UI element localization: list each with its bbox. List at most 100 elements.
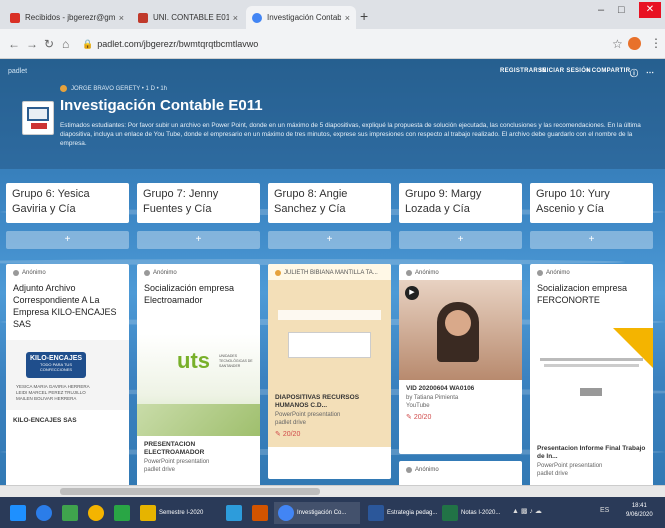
taskbar-app[interactable] [110,502,134,524]
forward-icon[interactable]: → [26,37,38,51]
board-icon [22,101,54,135]
taskbar-word[interactable]: Estrategia pedag... [364,502,437,524]
taskbar-app[interactable] [84,502,108,524]
comment-icon: ✎ [275,431,281,438]
post-author: Anónimo [546,270,570,276]
tab-title: Investigación Contable E011 [267,13,341,22]
post-title: Socializacion empresa FERCONORTE [537,283,628,305]
login-link[interactable]: INICIAR SESIÓN [540,68,591,74]
post-card[interactable]: Anónimo [399,461,522,485]
scrollbar-thumb[interactable] [60,488,320,495]
window-close-icon[interactable]: ✕ [639,2,661,18]
post-author: Anónimo [415,467,439,473]
post-meta: Anónimo [399,461,522,477]
address-bar[interactable]: 🔒 padlet.com/jbgerezr/bwmtqrqtbcmtlavwo [82,35,622,53]
board-icon-base [31,123,47,129]
column-header-grupo-10: Grupo 10: Yury Ascenio y Cía [530,183,653,223]
close-tab-icon[interactable]: × [345,13,350,23]
padlet-board: padlet REGISTRARSE INICIAR SESIÓN + COMP… [0,59,665,485]
column-header-grupo-6: Grupo 6: Yesica Gaviria y Cía [6,183,129,223]
taskbar-edge[interactable] [32,502,56,524]
attachment-preview[interactable]: KILO-ENCAJES TODO PARA TUS CONFECCIONES … [6,340,129,410]
play-icon[interactable]: ▶ [405,286,419,300]
browser-menu-icon[interactable]: ⋮ [650,36,662,50]
close-tab-icon[interactable]: × [119,13,124,23]
app-icon [88,505,104,521]
taskbar-app[interactable] [248,502,272,524]
attachment-type: PowerPoint presentation [275,412,341,418]
author-meta-text: JORGE BRAVO GERETY • 1 D • 1h [71,85,168,92]
taskbar-folder[interactable]: Semestre I-2020 [136,502,216,524]
help-icon[interactable]: ⓘ [630,68,638,79]
clock-date: 9/06/2020 [626,512,653,518]
share-button[interactable]: + COMPARTIR [586,68,630,74]
comment-count[interactable]: ✎ 20/20 [268,427,391,441]
add-post-button[interactable]: + [6,231,129,249]
taskbar-label: Investigación Co... [297,510,347,516]
attachment-info: DIAPOSITIVAS RECURSOS HUMANOS C.D... Pow… [268,390,391,447]
new-tab-button[interactable]: + [360,8,368,24]
language-indicator[interactable]: ES [600,507,609,514]
post-card[interactable]: Anónimo Adjunto Archivo Correspondiente … [6,264,129,485]
taskbar-clock[interactable]: 18:41 9/06/2020 [626,502,653,520]
comment-text: 20/20 [413,414,432,421]
column-header-grupo-8: Grupo 8: Angie Sanchez y Cía [268,183,391,223]
reload-icon[interactable]: ↻ [44,37,54,51]
attachment-preview[interactable]: uts UNIDADES TECNOLÓGICAS DE SANTANDER [137,334,260,436]
post-meta: Anónimo [137,264,260,280]
taskbar-store[interactable] [58,502,82,524]
padlet-icon [138,12,148,23]
word-icon [368,505,384,521]
add-post-button[interactable]: + [399,231,522,249]
tab-uni-contable[interactable]: UNI. CONTABLE E011 × [132,6,244,29]
attachment-title: PRESENTACION ELECTROAMADOR [144,441,205,456]
tab-title: Recibidos - jbgerezr@gmail.com [25,13,115,22]
post-title: Socialización empresa Electroamador [144,283,235,305]
column-header-grupo-9: Grupo 9: Margy Lozada y Cía [399,183,522,223]
home-icon[interactable]: ⌂ [62,37,69,51]
slide-graphic [137,404,260,436]
student-list: YESICA MARIA GAVIRIA HERRERA LEIDI MARCE… [16,384,90,402]
add-post-button[interactable]: + [530,231,653,249]
horizontal-scrollbar[interactable] [0,485,665,497]
more-icon[interactable]: ⋯ [646,68,654,77]
taskbar-label: Semestre I-2020 [159,510,204,516]
taskbar-app[interactable] [222,502,246,524]
author-avatar [60,85,67,92]
back-icon[interactable]: ← [8,37,20,51]
uts-logo: uts [177,348,210,373]
attachment-preview[interactable] [268,280,391,390]
tab-gmail[interactable]: Recibidos - jbgerezr@gmail.com × [4,6,130,29]
minimize-icon[interactable]: – [598,4,604,16]
post-meta: Anónimo [399,264,522,280]
start-button[interactable] [6,502,30,524]
excel-icon [442,505,458,521]
browser-toolbar: ← → ↻ ⌂ 🔒 padlet.com/jbgerezr/bwmtqrqtbc… [0,29,665,59]
add-post-button[interactable]: + [137,231,260,249]
maximize-icon[interactable]: □ [618,4,625,16]
comment-count[interactable]: ✎ 20/20 [399,410,522,424]
padlet-logo[interactable]: padlet [8,68,27,75]
post-card[interactable]: JULIETH BIBIANA MANTILLA TA... DIAPOSITI… [268,264,391,479]
tab-investigacion[interactable]: Investigación Contable E011 × [246,6,356,29]
bookmark-star-icon[interactable]: ☆ [612,37,623,51]
post-meta: Anónimo [530,264,653,280]
page-description: Estimados estudiantes: Por favor subir u… [60,122,641,147]
taskbar-excel[interactable]: Notas I-2020... [438,502,504,524]
profile-avatar[interactable] [628,37,641,50]
video-thumbnail[interactable]: ▶ [399,280,522,380]
attachment-type: PowerPoint presentation [144,459,210,465]
board-icon-screen [27,107,49,121]
attachment-preview[interactable] [530,328,653,438]
attachment-source: padlet drive [537,471,569,477]
windows-icon [10,505,26,521]
add-post-button[interactable]: + [268,231,391,249]
post-card[interactable]: Anónimo Socializacion empresa FERCONORTE… [530,264,653,485]
close-tab-icon[interactable]: × [233,13,238,23]
post-card[interactable]: Anónimo ▶ VID 20200604 WA0106 by Tatiana… [399,264,522,454]
comment-text: 20/20 [282,431,301,438]
post-card[interactable]: Anónimo Socialización empresa Electroama… [137,264,260,485]
video-title: VID 20200604 WA0106 [406,385,475,392]
system-tray-icons[interactable]: ▲ ▩ ♪ ☁ [512,507,542,515]
taskbar-chrome[interactable]: Investigación Co... [274,502,360,524]
